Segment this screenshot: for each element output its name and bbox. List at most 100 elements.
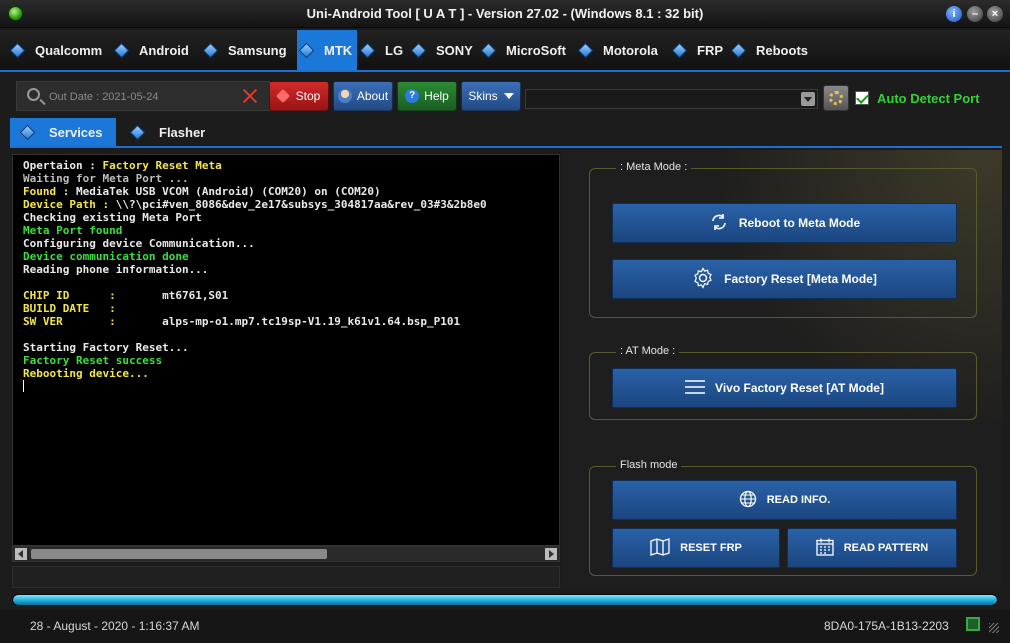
log-line: SW VER : alps-mp-o1.mp7.tc19sp-V1.19_k61… <box>23 315 460 328</box>
chevron-down-icon[interactable] <box>801 92 815 106</box>
diamond-icon <box>671 42 688 58</box>
log-line: Device communication done <box>23 250 189 263</box>
button-label: Reboot to Meta Mode <box>738 216 861 230</box>
status-datetime: 28 - August - 2020 - 1:16:37 AM <box>30 619 200 633</box>
log-line: Configuring device Communication... <box>23 237 255 250</box>
log-line: Opertaion : Factory Reset Meta <box>23 159 222 172</box>
port-settings-button[interactable] <box>823 85 849 111</box>
menu-label: FRP <box>697 42 723 58</box>
log-line: Factory Reset success <box>23 354 162 367</box>
progress-fill <box>13 595 997 605</box>
search-input[interactable] <box>49 88 229 106</box>
log-line: BUILD DATE : <box>23 302 116 315</box>
skins-label: Skins <box>468 89 498 103</box>
scroll-left-icon[interactable] <box>15 548 27 560</box>
diamond-icon <box>730 42 747 58</box>
auto-detect-checkbox[interactable] <box>855 91 869 105</box>
reboot-meta-button[interactable]: Reboot to Meta Mode <box>612 203 957 243</box>
menu-item-reboots[interactable]: Reboots <box>730 30 808 70</box>
diamond-icon <box>129 124 146 140</box>
log-text: Found : <box>23 185 76 198</box>
menu-label: Motorola <box>603 42 658 58</box>
horizontal-scrollbar[interactable] <box>12 546 560 562</box>
window-title: Uni-Android Tool [ U A T ] - Version 27.… <box>306 6 704 21</box>
log-line: Rebooting device... <box>23 367 149 380</box>
log-line: Device Path : \\?\pci#ven_8086&dev_2e17&… <box>23 198 487 211</box>
button-label: Vivo Factory Reset [AT Mode] <box>715 381 884 395</box>
menu-item-frp[interactable]: FRP <box>671 30 723 70</box>
menu-item-motorola[interactable]: Motorola <box>577 30 658 70</box>
port-select[interactable] <box>525 89 818 109</box>
menu-item-lg[interactable]: LG <box>359 30 403 70</box>
vendor-menu-bar: Qualcomm Android Samsung MTK LG SONY Mic… <box>0 30 1010 72</box>
diamond-icon <box>577 42 594 58</box>
reset-frp-button[interactable]: RESET FRP <box>612 528 780 568</box>
gear-icon <box>692 266 714 292</box>
vivo-factory-reset-button[interactable]: Vivo Factory Reset [AT Mode] <box>612 368 957 408</box>
auto-detect-label[interactable]: Auto Detect Port <box>877 91 980 106</box>
menu-item-sony[interactable]: SONY <box>410 30 473 70</box>
log-text: Device Path : <box>23 198 116 211</box>
tab-services[interactable]: Services <box>10 118 116 146</box>
log-line: Meta Port found <box>23 224 122 237</box>
menu-item-android[interactable]: Android <box>113 30 189 70</box>
menu-label: Qualcomm <box>35 42 103 58</box>
tab-flasher[interactable]: Flasher <box>120 118 230 146</box>
factory-reset-meta-button[interactable]: Factory Reset [Meta Mode] <box>612 259 957 299</box>
diamond-icon <box>19 124 36 140</box>
status-bar: 28 - August - 2020 - 1:16:37 AM 8DA0-175… <box>0 610 1010 643</box>
log-text: Factory Reset success <box>23 354 163 367</box>
menu-item-qualcomm[interactable]: Qualcomm <box>9 30 103 70</box>
log-text: alps-mp-o1.mp7.tc19sp-V1.19_k61v1.64.bsp… <box>162 315 461 328</box>
diamond-icon <box>410 42 427 58</box>
console-status-bar <box>12 566 560 588</box>
log-text: CHIP ID : <box>23 289 163 302</box>
menu-item-microsoft[interactable]: MicroSoft <box>480 30 566 70</box>
group-label: : AT Mode : <box>616 345 680 357</box>
menu-label: Reboots <box>756 42 808 58</box>
menu-item-samsung[interactable]: Samsung <box>202 30 287 70</box>
meta-mode-group: : Meta Mode : Reboot to Meta Mode Factor… <box>589 161 977 318</box>
log-console[interactable]: Opertaion : Factory Reset Meta Waiting fo… <box>12 154 560 546</box>
log-text: Opertaion : <box>23 159 103 172</box>
diamond-icon <box>9 42 26 58</box>
log-text: Starting Factory Reset... <box>23 341 189 354</box>
log-text: Factory Reset Meta <box>102 159 222 172</box>
button-label: READ PATTERN <box>843 542 929 554</box>
log-line: Starting Factory Reset... <box>23 341 189 354</box>
minimize-button[interactable]: – <box>967 6 983 22</box>
help-button[interactable]: ? Help <box>397 81 457 111</box>
about-button[interactable]: About <box>333 81 393 111</box>
scroll-right-icon[interactable] <box>545 548 557 560</box>
progress-bar <box>12 594 998 606</box>
diamond-icon <box>113 42 130 58</box>
menu-item-mtk[interactable]: MTK <box>297 30 357 70</box>
clear-icon[interactable] <box>241 87 259 105</box>
read-pattern-button[interactable]: READ PATTERN <box>787 528 957 568</box>
log-text: Reading phone information... <box>23 263 209 276</box>
menu-label: Samsung <box>228 42 287 58</box>
skins-dropdown[interactable]: Skins <box>461 81 521 111</box>
diamond-icon <box>480 42 497 58</box>
action-panel: : Meta Mode : Reboot to Meta Mode Factor… <box>562 150 1002 588</box>
tab-label: Services <box>49 124 103 140</box>
log-text: BUILD DATE : <box>23 302 116 315</box>
at-mode-group: : AT Mode : Vivo Factory Reset [AT Mode] <box>589 345 977 420</box>
log-text: Waiting for Meta Port ... <box>23 172 189 185</box>
log-text: Meta Port found <box>23 224 123 237</box>
network-icon[interactable] <box>966 617 980 631</box>
stop-button[interactable]: Stop <box>269 81 329 111</box>
help-window-button[interactable]: i <box>946 6 962 22</box>
read-info-button[interactable]: READ INFO. <box>612 480 957 520</box>
stop-icon <box>275 88 290 104</box>
log-line: Waiting for Meta Port ... <box>23 172 189 185</box>
log-line: Reading phone information... <box>23 263 208 276</box>
tab-label: Flasher <box>159 124 206 140</box>
resize-grip-icon[interactable] <box>989 623 999 633</box>
scrollbar-thumb[interactable] <box>31 549 327 559</box>
log-line: CHIP ID : mt6761,S01 <box>23 289 228 302</box>
question-icon: ? <box>405 89 420 103</box>
close-button[interactable]: × <box>987 6 1003 22</box>
diamond-icon <box>202 42 219 58</box>
status-device-id: 8DA0-175A-1B13-2203 <box>824 619 949 633</box>
